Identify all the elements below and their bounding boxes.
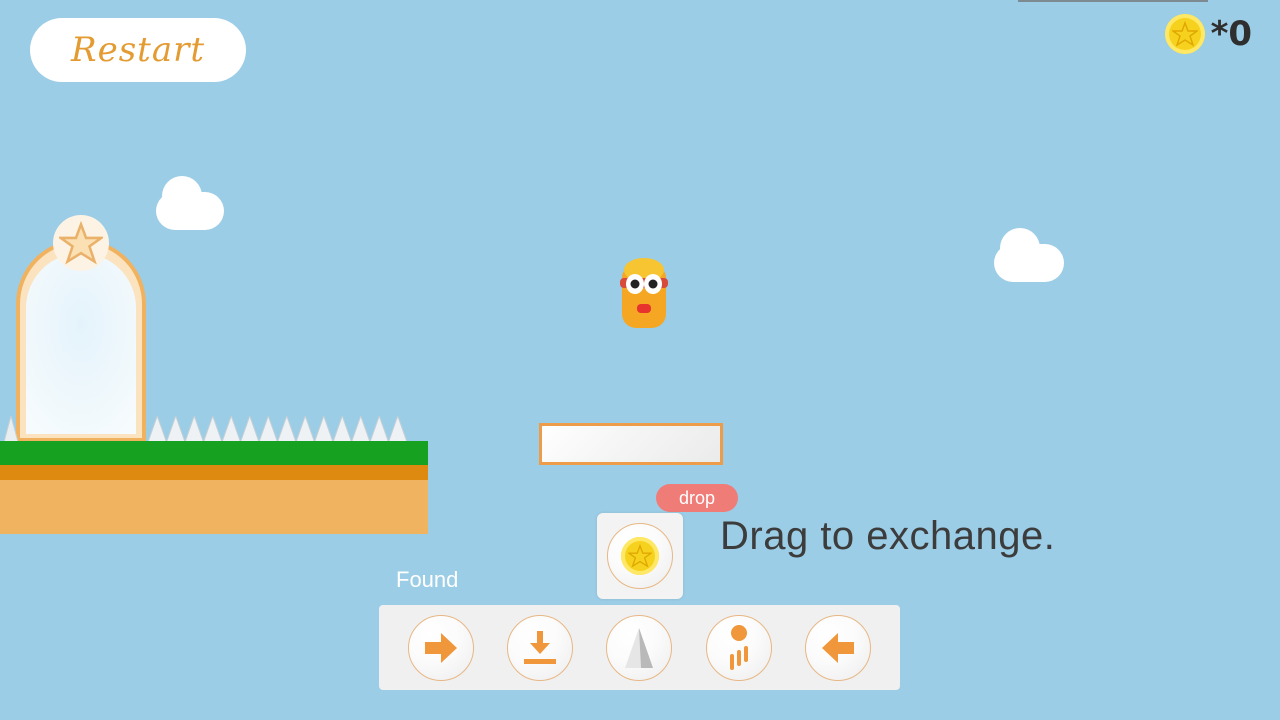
exchange-hint: Drag to exchange. [720,514,1056,558]
spike [313,416,334,442]
spike [387,416,408,442]
item-jump[interactable] [705,614,772,681]
cloud [994,228,1064,282]
spike [276,416,297,442]
drop-slot[interactable] [597,513,683,599]
drop-button[interactable]: drop [656,484,738,512]
spike-row [148,416,408,442]
coin-item-bubble[interactable] [607,523,673,589]
found-label: Found [396,567,459,592]
ground-dirt-layer [0,465,428,480]
coin-icon [1164,14,1205,54]
spike [202,416,223,442]
star-icon [59,221,103,265]
portal-door[interactable] [16,242,146,442]
spike [350,416,371,442]
spike-icon [625,627,654,668]
spike [239,416,260,442]
floating-platform [539,423,723,465]
spike [295,416,316,442]
ground-grass [0,441,428,465]
restart-button[interactable]: Restart [30,18,246,82]
player-character[interactable] [618,256,670,328]
spike-hazard [4,416,18,442]
arrow-right-icon [424,632,457,663]
cloud [156,176,224,230]
item-right-arrow[interactable] [407,614,474,681]
spike [184,416,205,442]
inventory-tray [379,605,900,690]
portal-star-badge [53,215,109,271]
arrow-left-icon [822,632,855,663]
download-icon [524,630,557,664]
top-edge-bar [1018,0,1208,2]
spike [332,416,353,442]
coin-counter: *0 [1164,14,1252,54]
coin-icon [621,537,659,575]
spike [369,416,390,442]
restart-label: Restart [70,30,206,70]
spike [148,416,168,442]
coin-count: *0 [1210,14,1252,54]
spike [258,416,279,442]
spike [165,416,186,442]
ground-soil [0,480,428,534]
spike [221,416,242,442]
item-spike[interactable] [606,614,673,681]
jump-icon [729,624,748,670]
item-left-arrow[interactable] [805,614,872,681]
item-download[interactable] [507,614,574,681]
